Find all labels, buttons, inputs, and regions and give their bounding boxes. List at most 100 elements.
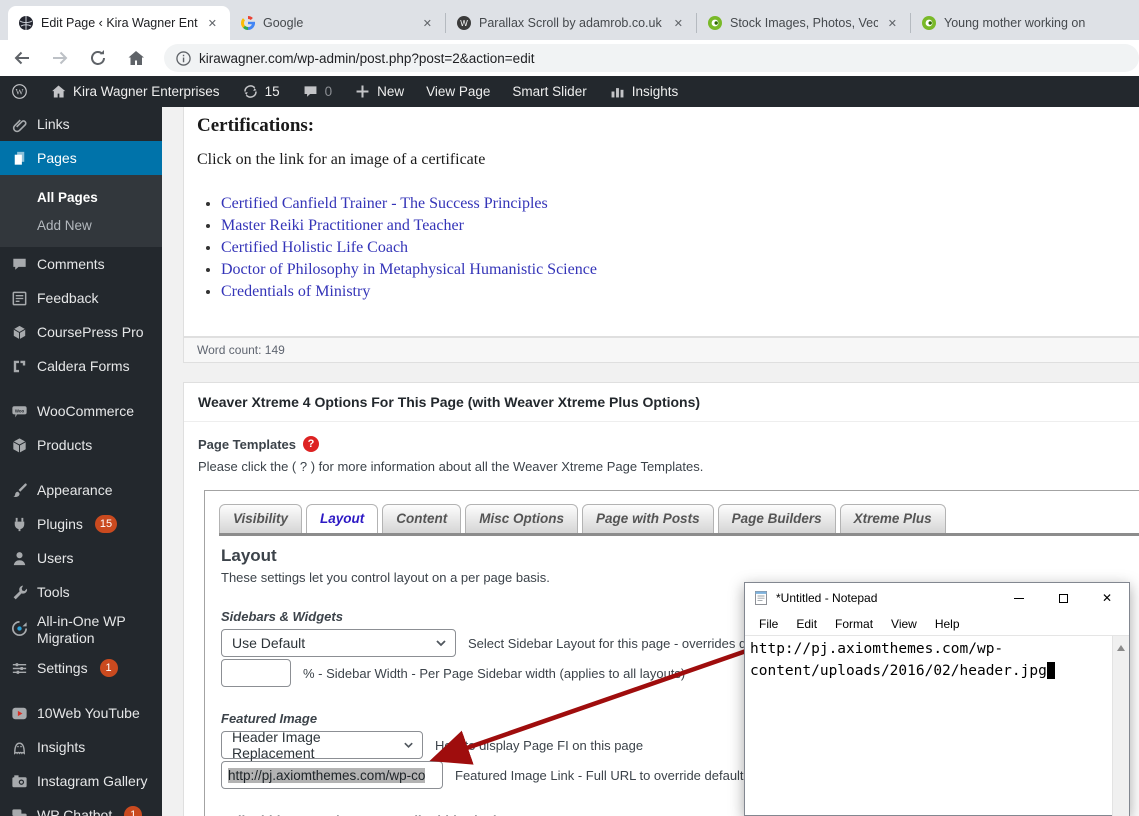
- browser-tab-young-mother[interactable]: Young mother working on: [911, 6, 1127, 40]
- word-count-bar: Word count: 149: [183, 337, 1139, 363]
- wp-logo-icon[interactable]: W: [0, 76, 39, 107]
- selected-url-text: http://pj.axiomthemes.com/wp-co: [228, 768, 425, 783]
- forward-icon[interactable]: [48, 46, 72, 70]
- sidebar-item-settings[interactable]: Settings 1: [0, 651, 162, 685]
- sidebar-item-add-new[interactable]: Add New: [0, 211, 162, 239]
- green-site-icon: [921, 15, 937, 31]
- menu-edit[interactable]: Edit: [787, 617, 826, 631]
- sidebar-item-feedback[interactable]: Feedback: [0, 281, 162, 315]
- featured-image-link-input[interactable]: http://pj.axiomthemes.com/wp-co: [221, 761, 443, 789]
- browser-tab-edit-page[interactable]: Edit Page ‹ Kira Wagner Enterpris ✕: [8, 6, 230, 40]
- sidebar-item-plugins[interactable]: Plugins 15: [0, 507, 162, 541]
- help-question-icon[interactable]: ?: [303, 436, 319, 452]
- certification-link[interactable]: Credentials of Ministry: [221, 283, 370, 300]
- menu-separator: [0, 685, 162, 696]
- bar-chart-icon: [609, 83, 626, 100]
- sidebar-item-tools[interactable]: Tools: [0, 575, 162, 609]
- menu-view[interactable]: View: [882, 617, 926, 631]
- adminbar-new[interactable]: New: [343, 76, 415, 107]
- browser-tab-parallax[interactable]: W Parallax Scroll by adamrob.co.uk ✕: [446, 6, 696, 40]
- editor-intro: Click on the link for an image of a cert…: [197, 151, 1123, 169]
- browser-toolbar: kirawagner.com/wp-admin/post.php?post=2&…: [0, 40, 1139, 76]
- tab-title: Stock Images, Photos, Vectors, Ill: [730, 16, 878, 30]
- adminbar-view-page[interactable]: View Page: [415, 76, 501, 107]
- notepad-text-area[interactable]: http://pj.axiomthemes.com/wp- content/up…: [745, 635, 1129, 816]
- browser-tabstrip: Edit Page ‹ Kira Wagner Enterpris ✕ Goog…: [0, 0, 1139, 40]
- tab-misc-options[interactable]: Misc Options: [465, 504, 578, 533]
- sidebar-item-users[interactable]: Users: [0, 541, 162, 575]
- sidebar-item-coursepress-pro[interactable]: CoursePress Pro: [0, 315, 162, 349]
- sidebar-item-insights[interactable]: Insights: [0, 730, 162, 764]
- notepad-icon: [753, 590, 769, 606]
- feedback-form-icon: [10, 289, 29, 308]
- page-editor-content[interactable]: Certifications: Click on the link for an…: [183, 107, 1139, 337]
- menu-file[interactable]: File: [750, 617, 787, 631]
- address-bar[interactable]: kirawagner.com/wp-admin/post.php?post=2&…: [164, 44, 1139, 72]
- sidebar-item-caldera-forms[interactable]: Caldera Forms: [0, 349, 162, 383]
- close-icon[interactable]: ✕: [671, 15, 686, 32]
- back-icon[interactable]: [10, 46, 34, 70]
- sidebar-width-input[interactable]: [221, 659, 291, 687]
- notepad-window[interactable]: *Untitled - Notepad ✕ File Edit Format V…: [744, 582, 1130, 816]
- menu-help[interactable]: Help: [926, 617, 969, 631]
- scroll-up-icon[interactable]: [1117, 641, 1125, 651]
- home-icon[interactable]: [124, 46, 148, 70]
- notepad-titlebar[interactable]: *Untitled - Notepad ✕: [745, 583, 1129, 613]
- wordpress-dark-icon: W: [456, 15, 472, 31]
- brush-icon: [10, 481, 29, 500]
- browser-tab-google[interactable]: Google ✕: [230, 6, 445, 40]
- minimize-button[interactable]: [997, 583, 1041, 613]
- sidebar-item-10web-youtube[interactable]: 10Web YouTube: [0, 696, 162, 730]
- adminbar-insights[interactable]: Insights: [598, 76, 690, 107]
- paperclip-icon: [10, 115, 29, 134]
- sidebar-item-comments[interactable]: Comments: [0, 247, 162, 281]
- svg-text:Woo: Woo: [15, 408, 25, 413]
- close-icon[interactable]: ✕: [420, 15, 435, 32]
- sidebar-item-appearance[interactable]: Appearance: [0, 473, 162, 507]
- certification-link[interactable]: Certified Holistic Life Coach: [221, 239, 408, 256]
- sidebar-layout-hint: Select Sidebar Layout for this page - ov…: [468, 636, 753, 651]
- ghost-icon: [10, 738, 29, 757]
- notepad-window-controls: ✕: [997, 583, 1129, 613]
- tab-xtreme-plus[interactable]: Xtreme Plus: [840, 504, 946, 533]
- maximize-button[interactable]: [1041, 583, 1085, 613]
- browser-tab-stock-images[interactable]: Stock Images, Photos, Vectors, Ill ✕: [697, 6, 910, 40]
- adminbar-updates[interactable]: 15: [231, 76, 291, 107]
- sidebar-layout-select[interactable]: Use Default: [221, 629, 456, 657]
- certification-link[interactable]: Master Reiki Practitioner and Teacher: [221, 217, 464, 234]
- layout-heading: Layout: [221, 546, 1137, 566]
- close-icon[interactable]: ✕: [885, 15, 900, 32]
- featured-image-display-hint: How to display Page FI on this page: [435, 738, 643, 753]
- tab-page-builders[interactable]: Page Builders: [718, 504, 836, 533]
- info-icon[interactable]: [176, 51, 191, 66]
- tab-layout[interactable]: Layout: [306, 504, 378, 533]
- sidebar-item-all-pages[interactable]: All Pages: [0, 183, 162, 211]
- featured-image-display-select[interactable]: Header Image Replacement: [221, 731, 423, 759]
- weaver-panel-title[interactable]: Weaver Xtreme 4 Options For This Page (w…: [184, 383, 1139, 422]
- sidebar-item-instagram-gallery[interactable]: Instagram Gallery: [0, 764, 162, 798]
- sidebar-item-products[interactable]: Products: [0, 428, 162, 462]
- close-button[interactable]: ✕: [1085, 583, 1129, 613]
- adminbar-comments[interactable]: 0: [291, 76, 344, 107]
- url-text[interactable]: kirawagner.com/wp-admin/post.php?post=2&…: [199, 51, 534, 66]
- adminbar-site-name[interactable]: Kira Wagner Enterprises: [39, 76, 231, 107]
- reload-icon[interactable]: [86, 46, 110, 70]
- wp-admin-menu: Links Pages All Pages Add New Comments F…: [0, 107, 162, 816]
- close-icon[interactable]: ✕: [205, 15, 220, 32]
- menu-format[interactable]: Format: [826, 617, 882, 631]
- adminbar-smart-slider[interactable]: Smart Slider: [501, 76, 597, 107]
- sidebar-item-pages[interactable]: Pages: [0, 141, 162, 175]
- tab-visibility[interactable]: Visibility: [219, 504, 302, 533]
- sidebar-item-woocommerce[interactable]: Woo WooCommerce: [0, 394, 162, 428]
- sidebar-item-ai1wm[interactable]: All-in-One WP Migration: [0, 609, 162, 651]
- tab-page-with-posts[interactable]: Page with Posts: [582, 504, 714, 533]
- certification-link[interactable]: Doctor of Philosophy in Metaphysical Hum…: [221, 261, 597, 278]
- featured-image-link-hint: Featured Image Link - Full URL to overri…: [455, 768, 753, 783]
- notepad-title: *Untitled - Notepad: [776, 591, 877, 605]
- certification-link[interactable]: Certified Canfield Trainer - The Success…: [221, 195, 548, 212]
- text-cursor: [1047, 662, 1055, 679]
- notepad-scrollbar[interactable]: [1112, 636, 1129, 816]
- sidebar-item-links[interactable]: Links: [0, 107, 162, 141]
- sidebar-item-wp-chatbot[interactable]: WP Chatbot 1: [0, 798, 162, 816]
- tab-content[interactable]: Content: [382, 504, 461, 533]
